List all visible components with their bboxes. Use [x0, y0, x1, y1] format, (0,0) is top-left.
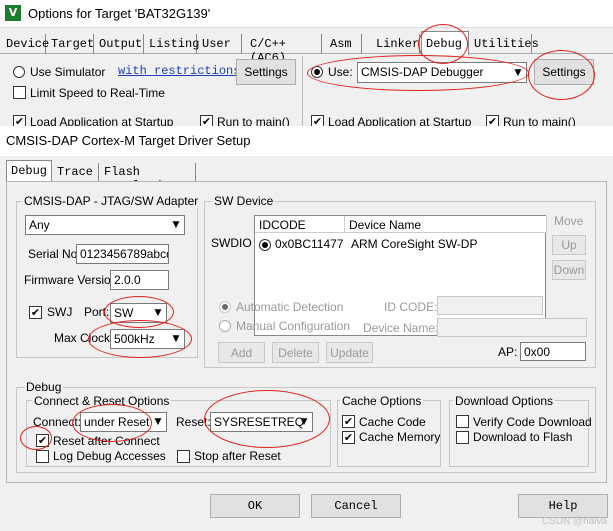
- device-name-field-label: Device Name:: [363, 321, 439, 335]
- use-simulator-label: Use Simulator: [30, 65, 106, 79]
- chevron-down-icon: ▼: [154, 417, 162, 427]
- tab-linker[interactable]: Linker: [372, 34, 420, 54]
- debug-group-title: Debug: [24, 380, 64, 394]
- cache-code-checkbox[interactable]: ✔: [342, 415, 355, 428]
- annotation-circle: [20, 426, 52, 450]
- panel-divider: [302, 56, 303, 126]
- log-debug-label: Log Debug Accesses: [53, 449, 166, 463]
- manual-config-label: Manual Configuration: [236, 319, 351, 333]
- verify-code-label: Verify Code Download: [473, 415, 592, 429]
- cancel-button[interactable]: Cancel: [311, 494, 401, 518]
- swj-checkbox[interactable]: ✔: [29, 306, 42, 319]
- id-code-label: ID CODE:: [384, 300, 438, 314]
- device-idcode: 0x0BC11477: [275, 237, 344, 251]
- swdio-label: SWDIO: [211, 236, 252, 250]
- tab-cpp[interactable]: C/C++ (AC6): [246, 34, 322, 65]
- limit-speed-checkbox[interactable]: [13, 86, 26, 99]
- add-button[interactable]: Add: [218, 342, 265, 363]
- adapter-select[interactable]: Any ▼: [25, 215, 185, 235]
- firmware-field[interactable]: 2.0.0: [110, 270, 169, 290]
- stop-after-reset-checkbox[interactable]: [177, 450, 190, 463]
- cache-group-title: Cache Options: [340, 394, 424, 408]
- swj-label: SWJ: [47, 305, 73, 319]
- stop-after-reset-label: Stop after Reset: [194, 449, 281, 463]
- tab-target[interactable]: Target: [47, 34, 94, 54]
- move-label: Move: [554, 214, 584, 228]
- log-debug-checkbox[interactable]: [36, 450, 49, 463]
- device-row-radio[interactable]: [259, 239, 271, 251]
- ap-label: AP:: [498, 345, 518, 359]
- watermark: CSDN @haiva: [541, 516, 607, 527]
- annotation-circle: [204, 390, 330, 448]
- help-button[interactable]: Help: [518, 494, 608, 518]
- download-flash-label: Download to Flash: [473, 430, 573, 444]
- firmware-label: Firmware Version:: [24, 273, 121, 287]
- tab-device[interactable]: Device: [2, 34, 49, 54]
- ap-field[interactable]: 0x00: [520, 342, 586, 361]
- device-name-field[interactable]: [437, 318, 587, 337]
- serial-label: Serial No:: [28, 247, 81, 261]
- manual-config-radio[interactable]: [219, 320, 231, 332]
- move-down-button[interactable]: Down: [552, 260, 586, 280]
- use-simulator-radio[interactable]: [13, 66, 25, 78]
- col-idcode[interactable]: IDCODE: [255, 216, 345, 233]
- annotation-circle: [88, 320, 192, 358]
- tab-listing[interactable]: Listing: [145, 34, 199, 54]
- tab-output[interactable]: Output: [95, 34, 144, 54]
- with-restrictions-link[interactable]: with restrictions: [118, 64, 240, 78]
- device-name: ARM CoreSight SW-DP: [351, 237, 478, 251]
- limit-speed-label: Limit Speed to Real-Time: [30, 86, 165, 100]
- chevron-down-icon: ▼: [172, 220, 180, 230]
- auto-detect-radio[interactable]: [219, 301, 231, 313]
- adapter-group-title: CMSIS-DAP - JTAG/SW Adapter: [22, 194, 201, 208]
- dialog-tab-flash-download[interactable]: Flash Download: [100, 163, 196, 193]
- cache-memory-label: Cache Memory: [359, 430, 441, 444]
- delete-button[interactable]: Delete: [272, 342, 319, 363]
- serial-field[interactable]: 0123456789abcde: [76, 244, 169, 264]
- dialog-tab-trace[interactable]: Trace: [53, 163, 99, 182]
- adapter-select-value: Any: [29, 218, 50, 232]
- verify-code-checkbox[interactable]: [456, 415, 469, 428]
- auto-detect-label: Automatic Detection: [236, 300, 344, 314]
- dialog-title: CMSIS-DAP Cortex-M Target Driver Setup: [6, 133, 251, 148]
- dialog-title-bar: CMSIS-DAP Cortex-M Target Driver Setup: [0, 126, 613, 156]
- tab-asm[interactable]: Asm: [326, 34, 362, 54]
- simulator-settings-button[interactable]: Settings: [236, 59, 296, 85]
- ok-button[interactable]: OK: [210, 494, 300, 518]
- tab-utilities[interactable]: Utilities: [470, 34, 539, 54]
- dialog-tab-debug[interactable]: Debug: [6, 160, 52, 182]
- annotation-circle: [528, 50, 595, 100]
- move-up-button[interactable]: Up: [552, 235, 586, 255]
- cache-memory-checkbox[interactable]: ✔: [342, 431, 355, 444]
- download-flash-checkbox[interactable]: [456, 431, 469, 444]
- id-code-field[interactable]: [437, 296, 543, 315]
- tab-user[interactable]: User: [198, 34, 242, 54]
- download-group-title: Download Options: [453, 394, 556, 408]
- col-device-name[interactable]: Device Name: [345, 216, 547, 233]
- keil-app-icon: V: [5, 5, 21, 21]
- update-button[interactable]: Update: [326, 342, 373, 363]
- options-window-title: Options for Target 'BAT32G139': [28, 6, 211, 21]
- annotation-circle: [307, 55, 529, 91]
- cache-code-label: Cache Code: [359, 415, 426, 429]
- annotation-circle: [72, 404, 152, 442]
- options-title-bar: V Options for Target 'BAT32G139': [0, 0, 613, 28]
- sw-device-group-title: SW Device: [212, 194, 276, 208]
